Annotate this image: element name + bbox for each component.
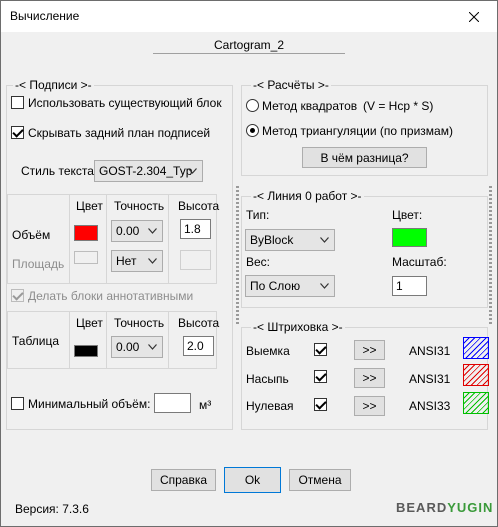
volume-precision-select[interactable]: 0.00: [111, 220, 163, 242]
table-column-separator-1: [69, 311, 70, 369]
table-height-input[interactable]: 2.0: [183, 336, 214, 356]
method-squares-radio[interactable]: [246, 99, 259, 112]
line-scale-label: Масштаб:: [392, 255, 447, 269]
hatch-zero-preview: [463, 392, 489, 414]
help-button[interactable]: Справка: [151, 469, 216, 491]
area-color-swatch: [74, 251, 98, 264]
title-bar[interactable]: Вычисление: [1, 1, 497, 32]
brand-logo: BEARDYUGIN: [396, 500, 494, 515]
hatch-zero-pattern: ANSI33: [409, 399, 451, 413]
use-existing-block-checkbox[interactable]: [11, 96, 24, 109]
min-volume-checkbox[interactable]: [11, 397, 24, 410]
volume-height-input[interactable]: 1.8: [180, 219, 211, 239]
min-volume-unit: м³: [199, 398, 212, 412]
use-existing-block-label[interactable]: Использовать существующий блок: [28, 96, 222, 110]
line-weight-select[interactable]: По Слою: [245, 275, 335, 297]
drawing-name: Cartogram_2: [213, 38, 285, 52]
line-type-label: Тип:: [246, 208, 270, 222]
chevron-down-icon: [148, 344, 157, 350]
annotative-label: Делать блоки аннотативными: [28, 289, 194, 303]
chevron-down-icon: [188, 168, 197, 174]
hatch-fill-checkbox[interactable]: [314, 370, 327, 383]
ok-button[interactable]: Ok: [224, 467, 281, 493]
text-style-label: Стиль текста: [21, 164, 94, 178]
close-button[interactable]: [451, 1, 497, 32]
chevron-down-icon: [320, 283, 329, 289]
hatch-row-label-fill: Насыпь: [246, 372, 289, 386]
annotative-checkbox: [11, 289, 24, 302]
line-weight-value: По Слою: [250, 279, 301, 293]
text-style-select[interactable]: GOST-2.304_Typ: [94, 160, 203, 182]
area-label: Площадь: [12, 257, 65, 271]
line-type-select[interactable]: ByBlock: [245, 229, 335, 251]
line-type-value: ByBlock: [250, 233, 294, 247]
cancel-button[interactable]: Отмена: [289, 469, 351, 491]
line-color-swatch[interactable]: [392, 228, 427, 247]
window-title: Вычисление: [10, 9, 80, 23]
table-color-header: Цвет: [76, 316, 103, 330]
table-height-header: Высота: [178, 316, 220, 330]
table-column-separator-3: [168, 311, 169, 369]
hatch-fill-settings-button[interactable]: >>: [354, 368, 385, 388]
volume-column-separator-3: [168, 194, 169, 284]
hatch-group-caption: -< Штриховка >-: [251, 320, 345, 334]
table-precision-header: Точность: [114, 316, 165, 330]
chevron-down-icon: [320, 237, 329, 243]
splitter-grip-2[interactable]: [489, 186, 492, 326]
hatch-zero-settings-button[interactable]: >>: [354, 396, 385, 416]
precision-column-header: Точность: [114, 199, 165, 213]
hatch-row-label-cut: Выемка: [246, 344, 290, 358]
hatch-zero-checkbox[interactable]: [314, 398, 327, 411]
line-scale-input[interactable]: 1: [392, 276, 427, 296]
volume-precision-value: 0.00: [116, 224, 140, 238]
area-height-input: [180, 250, 211, 270]
volume-column-separator-1: [69, 194, 70, 284]
volume-label: Объём: [12, 228, 51, 242]
close-icon: [469, 11, 479, 22]
hatch-cut-settings-button[interactable]: >>: [354, 340, 385, 360]
version-text: Версия: 7.3.6: [15, 502, 89, 516]
line-weight-label: Вес:: [246, 255, 271, 269]
hatch-cut-pattern: ANSI31: [409, 344, 451, 358]
min-volume-label[interactable]: Минимальный объём:: [28, 397, 150, 411]
table-precision-value: 0.00: [116, 340, 140, 354]
line-color-label: Цвет:: [392, 208, 423, 222]
hatch-row-label-zero: Нулевая: [246, 399, 294, 413]
hide-background-checkbox[interactable]: [11, 126, 24, 139]
table-precision-select[interactable]: 0.00: [111, 336, 163, 358]
table-label: Таблица: [12, 334, 60, 348]
hatch-fill-preview: [463, 364, 489, 386]
table-column-separator-2: [106, 311, 107, 369]
line-group-caption: -< Линия 0 работ >-: [251, 189, 364, 203]
header-underline: [153, 53, 345, 54]
table-height-value: 2.0: [187, 339, 204, 353]
method-squares-label[interactable]: Метод квадратов: [262, 99, 357, 113]
area-precision-value: Нет: [116, 254, 137, 268]
area-precision-select[interactable]: Нет: [111, 250, 163, 272]
hide-background-label[interactable]: Скрывать задний план подписей: [28, 126, 210, 140]
method-squares-formula: (V = Hcp * S): [363, 99, 434, 113]
calc-group-caption: -< Расчёты >-: [251, 78, 331, 92]
difference-button[interactable]: В чём разница?: [302, 147, 427, 168]
hatch-cut-checkbox[interactable]: [314, 343, 327, 356]
table-color-swatch[interactable]: [74, 345, 98, 357]
method-triangulation-radio[interactable]: [246, 124, 259, 137]
hatch-cut-preview: [463, 337, 489, 359]
volume-column-separator-2: [106, 194, 107, 284]
method-triangulation-label[interactable]: Метод триангуляции (по призмам): [262, 124, 453, 138]
hatch-fill-pattern: ANSI31: [409, 372, 451, 386]
chevron-down-icon: [148, 258, 157, 264]
dialog-window: Вычисление Cartogram_2 -< Подписи >- Исп…: [0, 0, 498, 527]
line-scale-value: 1: [396, 279, 403, 293]
labels-group-caption: -< Подписи >-: [13, 78, 94, 92]
volume-color-swatch[interactable]: [74, 225, 98, 241]
chevron-down-icon: [148, 228, 157, 234]
splitter-grip-1[interactable]: [236, 186, 239, 326]
color-column-header: Цвет: [76, 199, 103, 213]
min-volume-input[interactable]: [154, 393, 191, 413]
volume-height-value: 1.8: [184, 222, 201, 236]
text-style-value: GOST-2.304_Typ: [99, 164, 193, 178]
height-column-header: Высота: [178, 199, 220, 213]
